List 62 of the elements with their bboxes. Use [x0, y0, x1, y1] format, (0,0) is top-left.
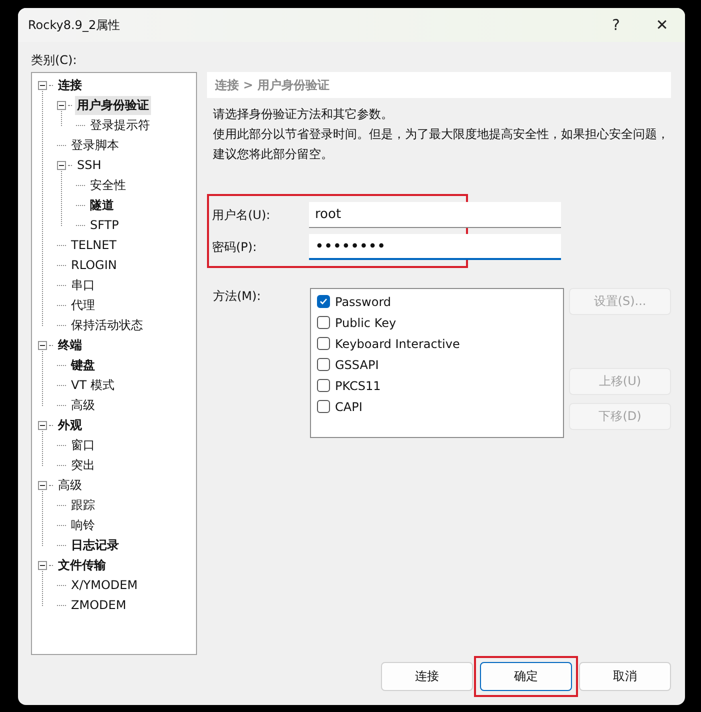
tree-item[interactable]: ZMODEM	[69, 597, 128, 613]
method-option[interactable]: Public Key	[335, 316, 396, 330]
tree-item[interactable]: 代理	[69, 296, 97, 314]
category-label: 类别(C):	[31, 52, 78, 69]
checkbox[interactable]	[317, 295, 330, 308]
tree-item[interactable]: TELNET	[69, 237, 118, 253]
close-button[interactable]: ✕	[639, 8, 685, 42]
tree-item[interactable]: VT 模式	[69, 376, 116, 394]
tree-item[interactable]: 高级	[56, 476, 84, 494]
checkbox[interactable]	[317, 358, 330, 371]
method-option[interactable]: Keyboard Interactive	[335, 336, 460, 350]
tree-item[interactable]: 文件传输	[56, 556, 108, 574]
checkbox[interactable]	[317, 316, 330, 329]
tree-item[interactable]: 日志记录	[69, 536, 121, 554]
method-label: 方法(M):	[213, 288, 262, 305]
tree-item[interactable]: SSH	[75, 157, 104, 173]
tree-item[interactable]: X/YMODEM	[69, 577, 140, 593]
tree-item[interactable]: 外观	[56, 416, 84, 434]
method-option[interactable]: Password	[335, 294, 392, 308]
tree-item[interactable]: 跟踪	[69, 496, 97, 514]
note-text: 使用此部分以节省登录时间。但是，为了最大限度地提高安全性，如果担心安全问题，建议您将此部分留空。	[213, 126, 670, 163]
collapse-icon[interactable]	[38, 80, 47, 90]
tree-item[interactable]: 连接	[56, 76, 84, 94]
field-label: 密码(P):	[212, 238, 258, 256]
password-field[interactable]: ••••••••	[309, 234, 561, 260]
dialog-button[interactable]: 确定	[480, 662, 572, 691]
breadcrumb: 连接 > 用户身份验证	[207, 72, 671, 98]
tree-item[interactable]: 终端	[56, 336, 84, 354]
tree-item[interactable]: 用户身份验证	[75, 96, 151, 114]
checkbox[interactable]	[317, 379, 330, 392]
tree-item[interactable]: 突出	[69, 456, 97, 474]
collapse-icon[interactable]	[38, 340, 47, 350]
tree-item[interactable]: 安全性	[88, 176, 128, 194]
method-option[interactable]: CAPI	[335, 400, 362, 414]
intro-text: 请选择身份验证方法和其它参数。	[213, 106, 394, 123]
tree-item[interactable]: RLOGIN	[69, 257, 119, 273]
help-button[interactable]: ?	[593, 8, 639, 42]
tree-item[interactable]: 保持活动状态	[69, 316, 145, 334]
field-label: 用户名(U):	[212, 206, 272, 224]
collapse-icon[interactable]	[38, 480, 47, 490]
collapse-icon[interactable]	[57, 100, 66, 110]
checkbox[interactable]	[317, 400, 330, 413]
method-option[interactable]: GSSAPI	[335, 358, 379, 372]
window-title: Rocky8.9_2属性	[28, 16, 122, 34]
checkbox[interactable]	[317, 337, 330, 350]
dialog-button[interactable]: 取消	[579, 662, 671, 691]
username-field[interactable]: root	[309, 202, 561, 228]
tree-item[interactable]: 高级	[69, 396, 97, 414]
collapse-icon[interactable]	[38, 420, 47, 430]
tree-item[interactable]: 窗口	[69, 436, 97, 454]
tree-item[interactable]: 键盘	[69, 356, 97, 374]
tree-item[interactable]: 隧道	[88, 196, 116, 214]
tree-item[interactable]: SFTP	[88, 217, 121, 233]
collapse-icon[interactable]	[57, 160, 66, 170]
collapse-icon[interactable]	[38, 560, 47, 570]
method-option[interactable]: PKCS11	[335, 378, 381, 392]
tree-item[interactable]: 串口	[69, 276, 97, 294]
tree-item[interactable]: 登录脚本	[69, 136, 121, 154]
dialog-button[interactable]: 连接	[381, 662, 473, 691]
checkmark-icon	[319, 297, 328, 306]
tree-item[interactable]: 响铃	[69, 516, 97, 534]
tree-item[interactable]: 登录提示符	[88, 116, 152, 134]
